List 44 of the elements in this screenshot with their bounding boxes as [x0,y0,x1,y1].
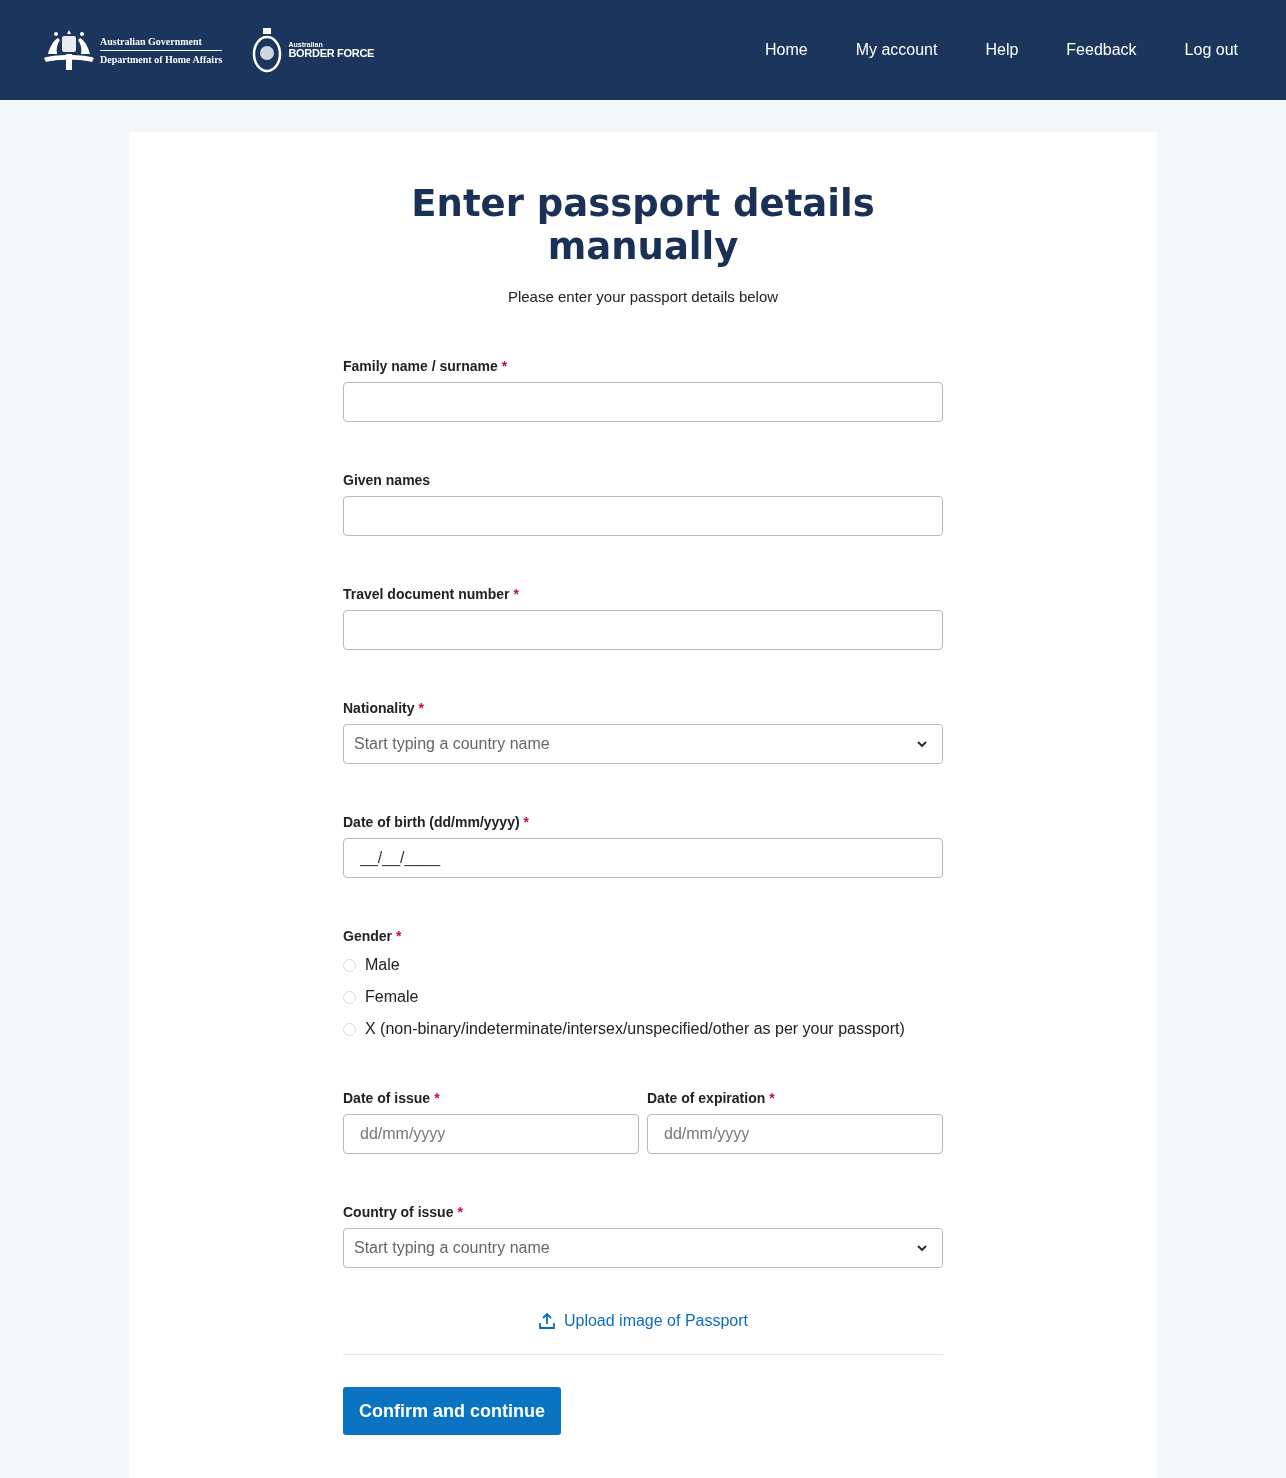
page-subtitle: Please enter your passport details below [506,288,780,305]
field-label: Country of issue [343,1204,454,1220]
text-field[interactable] [343,496,943,536]
logo-text: Department of Home Affairs [100,53,223,65]
required-mark: * [769,1090,775,1106]
date-field[interactable]: dd/mm/yyyy [647,1114,943,1154]
logo-text: BORDER FORCE [288,48,375,59]
field-label: Given names [343,472,431,488]
nav-link[interactable]: Log out [1184,41,1238,59]
required-mark: * [501,358,508,374]
field-label: Family name / surname [343,358,498,374]
radio-option[interactable]: Male [343,954,943,976]
nav-link[interactable]: Help [985,41,1019,59]
required-mark: * [513,586,519,602]
chevron-down-icon [916,1244,928,1252]
upload-icon [537,1312,556,1330]
field-label: Travel document number [343,586,510,602]
badge-emblem-icon [252,26,283,74]
required-mark: * [418,700,425,716]
date-field[interactable]: dd/mm/yyyy [343,1114,639,1154]
field-label: Date of birth (dd/mm/yyyy) [343,814,520,830]
upload-link[interactable]: Upload image of Passport [343,1312,943,1330]
required-mark: * [523,814,530,830]
radio-option[interactable]: X (non-binary/indeterminate/intersex/unspecified/other as per your passport) [343,1018,943,1040]
required-mark: * [434,1090,440,1106]
required-mark: * [396,928,402,944]
text-field[interactable] [343,382,943,422]
page-title: Enter passport details manually [410,182,876,268]
radio-option[interactable]: Female [343,986,943,1008]
chevron-down-icon [916,740,928,748]
field-label: Nationality [343,700,415,716]
text-field[interactable]: __/__/____ [343,838,943,878]
field-label: Date of issue [343,1090,431,1106]
dropdown-field[interactable]: Start typing a country name [343,1228,943,1268]
field-label: Gender [343,928,392,944]
required-mark: * [457,1204,463,1220]
nav-link[interactable]: My account [855,41,938,59]
logo-text: Australian Government [100,35,223,51]
nav-link[interactable]: Feedback [1066,41,1137,59]
dropdown-field[interactable]: Start typing a country name [343,724,943,764]
nav-link[interactable]: Home [764,41,808,59]
text-field[interactable] [343,610,943,650]
confirm-button[interactable]: Confirm and continue [343,1387,561,1435]
field-label: Date of expiration [647,1090,766,1106]
